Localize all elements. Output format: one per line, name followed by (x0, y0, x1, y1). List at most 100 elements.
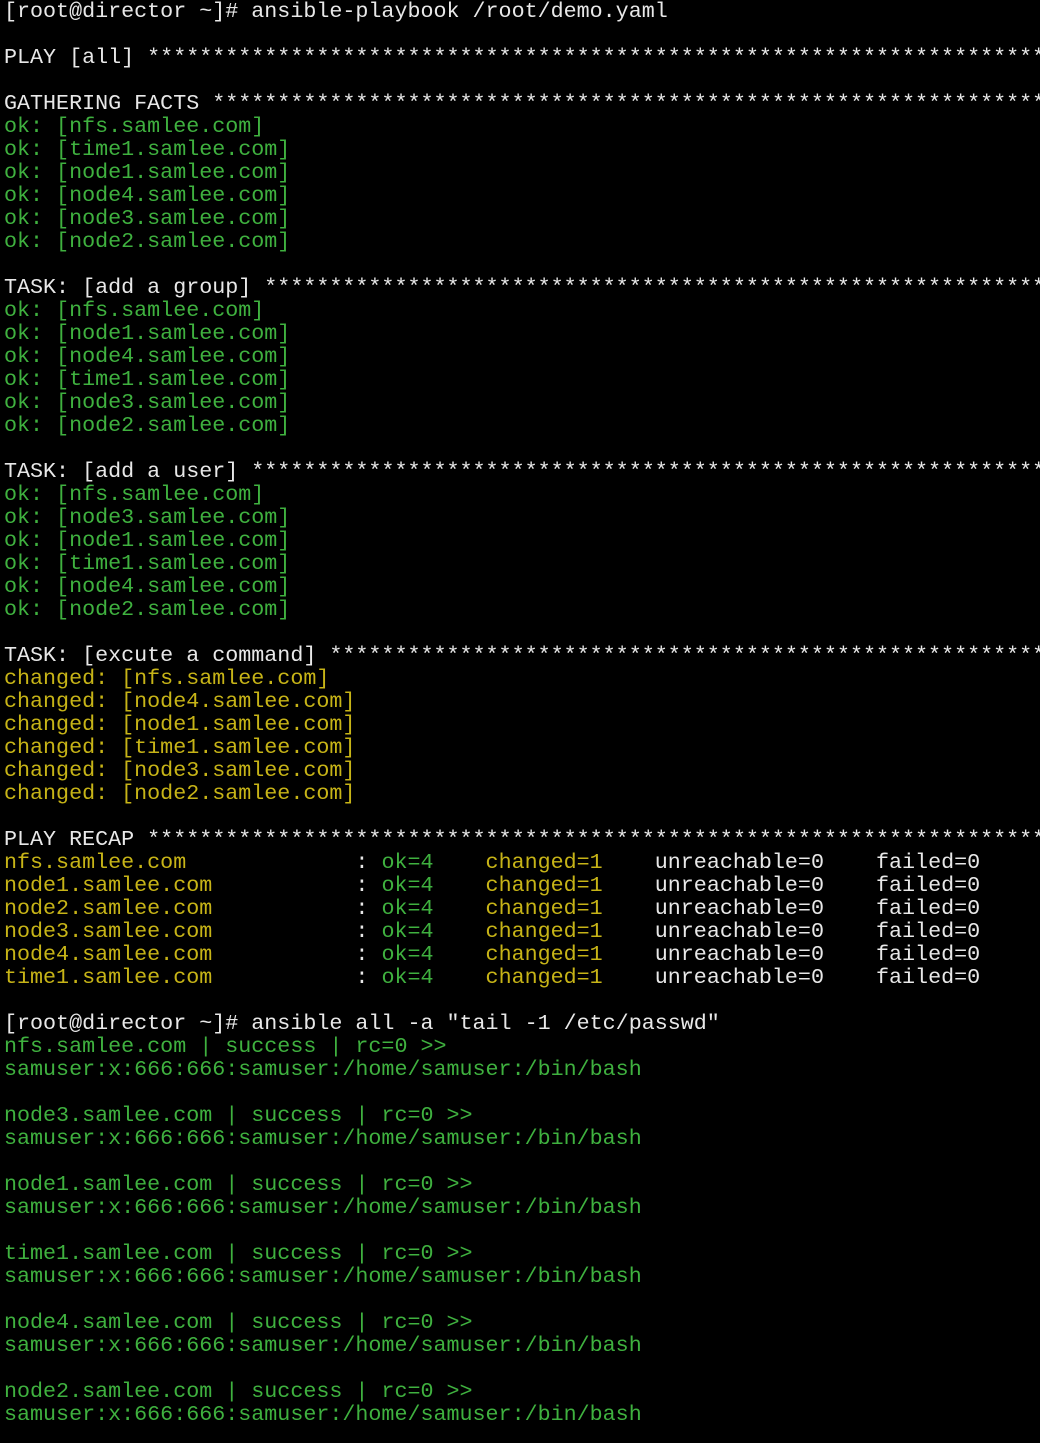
terminal-text: [root@director ~]# ansible all -a "tail … (4, 1011, 720, 1036)
terminal-text: changed=1 (472, 942, 642, 967)
terminal-text: ok: [time1.samlee.com] (4, 367, 291, 392)
terminal-text: : (342, 896, 382, 921)
terminal-line: ok: [nfs.samlee.com] (4, 483, 1040, 506)
terminal-line: PLAY RECAP *****************************… (4, 828, 1040, 851)
terminal-text: ok: [node1.samlee.com] (4, 160, 291, 185)
terminal-text: node4.samlee.com (4, 942, 343, 967)
terminal-text: : (342, 850, 382, 875)
terminal-text: GATHERING FACTS ************************… (4, 91, 1040, 116)
terminal-text: changed: [node2.samlee.com] (4, 781, 356, 806)
terminal-line: TASK: [add a user] *********************… (4, 460, 1040, 483)
terminal-text: ok: [node3.samlee.com] (4, 206, 291, 231)
terminal-line: samuser:x:666:666:samuser:/home/samuser:… (4, 1196, 1040, 1219)
terminal-line: ok: [node4.samlee.com] (4, 345, 1040, 368)
terminal-line: PLAY [all] *****************************… (4, 46, 1040, 69)
terminal-text: nfs.samlee.com (4, 850, 343, 875)
terminal-text: ok=4 (381, 873, 473, 898)
terminal-text: TASK: [add a user] *********************… (4, 459, 1040, 484)
terminal-text: ok: [node3.samlee.com] (4, 390, 291, 415)
terminal-line: ok: [node2.samlee.com] (4, 414, 1040, 437)
terminal-text: ok: [nfs.samlee.com] (4, 298, 265, 323)
terminal-text: changed: [node1.samlee.com] (4, 712, 356, 737)
terminal-line: ok: [node1.samlee.com] (4, 529, 1040, 552)
terminal-text: unreachable=0 failed=0 (641, 896, 981, 921)
terminal-line: GATHERING FACTS ************************… (4, 92, 1040, 115)
terminal-text: changed=1 (472, 850, 642, 875)
terminal-line: ok: [node3.samlee.com] (4, 391, 1040, 414)
terminal-text: ok: [node3.samlee.com] (4, 505, 291, 530)
terminal-text: unreachable=0 failed=0 (641, 965, 981, 990)
terminal-line: nfs.samlee.com | success | rc=0 >> (4, 1035, 1040, 1058)
terminal-text: : (342, 965, 382, 990)
terminal-line: ok: [node1.samlee.com] (4, 322, 1040, 345)
terminal-text: samuser:x:666:666:samuser:/home/samuser:… (4, 1333, 642, 1358)
terminal-text: ok: [nfs.samlee.com] (4, 482, 265, 507)
terminal-text: changed: [node4.samlee.com] (4, 689, 356, 714)
terminal-text: unreachable=0 failed=0 (641, 919, 981, 944)
terminal-text: : (342, 873, 382, 898)
terminal-line: [root@director ~]# ansible all -a "tail … (4, 1012, 1040, 1035)
terminal-line: ok: [node1.samlee.com] (4, 161, 1040, 184)
terminal-text: ok: [node1.samlee.com] (4, 321, 291, 346)
terminal-line: ok: [node4.samlee.com] (4, 575, 1040, 598)
terminal-text: ok=4 (381, 850, 473, 875)
terminal-text: [root@director ~]# ansible-playbook /roo… (4, 0, 668, 24)
terminal-line: changed: [node2.samlee.com] (4, 782, 1040, 805)
terminal-text: samuser:x:666:666:samuser:/home/samuser:… (4, 1126, 642, 1151)
terminal-line: changed: [node1.samlee.com] (4, 713, 1040, 736)
terminal-text: ok: [time1.samlee.com] (4, 137, 291, 162)
terminal-text: samuser:x:666:666:samuser:/home/samuser:… (4, 1264, 642, 1289)
terminal-text: node4.samlee.com | success | rc=0 >> (4, 1310, 473, 1335)
terminal-text: unreachable=0 failed=0 (641, 850, 981, 875)
terminal-text: changed=1 (472, 919, 642, 944)
terminal-line: ok: [nfs.samlee.com] (4, 115, 1040, 138)
terminal-line: ok: [nfs.samlee.com] (4, 299, 1040, 322)
terminal-text: PLAY [all] *****************************… (4, 45, 1040, 70)
terminal-line: [root@director ~]# ansible-playbook /roo… (4, 0, 1040, 23)
terminal-line: ok: [time1.samlee.com] (4, 552, 1040, 575)
terminal-line: changed: [node3.samlee.com] (4, 759, 1040, 782)
terminal-line: node4.samlee.com | success | rc=0 >> (4, 1311, 1040, 1334)
terminal-text: unreachable=0 failed=0 (641, 942, 981, 967)
terminal-line: samuser:x:666:666:samuser:/home/samuser:… (4, 1127, 1040, 1150)
terminal-line: node1.samlee.com : ok=4 changed=1 unreac… (4, 874, 1040, 897)
terminal-line: TASK: [add a group] ********************… (4, 276, 1040, 299)
terminal-text: time1.samlee.com | success | rc=0 >> (4, 1241, 473, 1266)
terminal-line: changed: [node4.samlee.com] (4, 690, 1040, 713)
terminal-output[interactable]: [root@director ~]# ansible-playbook /roo… (0, 0, 1040, 1443)
terminal-line: changed: [time1.samlee.com] (4, 736, 1040, 759)
terminal-text: changed=1 (472, 873, 642, 898)
terminal-text: changed=1 (472, 896, 642, 921)
terminal-line: node4.samlee.com : ok=4 changed=1 unreac… (4, 943, 1040, 966)
terminal-text: changed: [nfs.samlee.com] (4, 666, 330, 691)
terminal-text: node2.samlee.com (4, 896, 343, 921)
terminal-text: : (342, 942, 382, 967)
terminal-text: unreachable=0 failed=0 (641, 873, 981, 898)
terminal-text: TASK: [excute a command] ***************… (4, 643, 1040, 668)
terminal-line: ok: [node3.samlee.com] (4, 207, 1040, 230)
terminal-text: node2.samlee.com | success | rc=0 >> (4, 1379, 473, 1404)
terminal-line: samuser:x:666:666:samuser:/home/samuser:… (4, 1058, 1040, 1081)
terminal-line: ok: [node2.samlee.com] (4, 598, 1040, 621)
terminal-text: samuser:x:666:666:samuser:/home/samuser:… (4, 1057, 642, 1082)
terminal-text: ok: [node4.samlee.com] (4, 183, 291, 208)
terminal-line: node3.samlee.com : ok=4 changed=1 unreac… (4, 920, 1040, 943)
terminal-line: samuser:x:666:666:samuser:/home/samuser:… (4, 1265, 1040, 1288)
terminal-line: nfs.samlee.com : ok=4 changed=1 unreacha… (4, 851, 1040, 874)
terminal-line: changed: [nfs.samlee.com] (4, 667, 1040, 690)
terminal-text: changed: [node3.samlee.com] (4, 758, 356, 783)
terminal-text: ok=4 (381, 965, 473, 990)
terminal-line: ok: [node2.samlee.com] (4, 230, 1040, 253)
terminal-text: node3.samlee.com | success | rc=0 >> (4, 1103, 473, 1128)
terminal-line: node2.samlee.com : ok=4 changed=1 unreac… (4, 897, 1040, 920)
terminal-line: node2.samlee.com | success | rc=0 >> (4, 1380, 1040, 1403)
terminal-line: time1.samlee.com : ok=4 changed=1 unreac… (4, 966, 1040, 989)
terminal-line: time1.samlee.com | success | rc=0 >> (4, 1242, 1040, 1265)
